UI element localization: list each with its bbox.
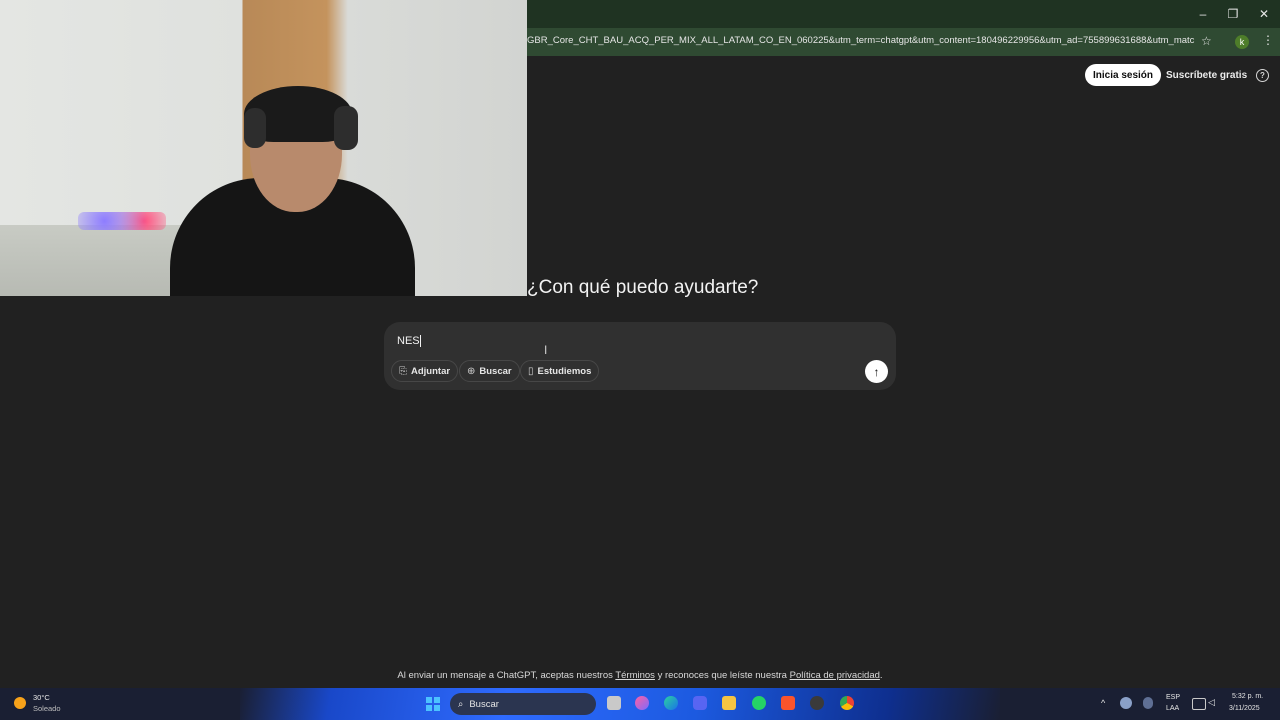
brave-icon[interactable]: [781, 696, 795, 710]
tray-overflow-chevron-icon[interactable]: ^: [1101, 698, 1105, 708]
taskbar-search-placeholder: Buscar: [469, 698, 499, 710]
attach-label: Adjuntar: [411, 365, 451, 377]
clock-time[interactable]: 5:32 p. m.: [1232, 693, 1263, 700]
prompt-input[interactable]: NES: [397, 335, 421, 348]
keyboard-layout-indicator[interactable]: LAA: [1166, 705, 1179, 712]
webcam-overlay: [0, 0, 527, 296]
send-button[interactable]: ↑: [865, 360, 888, 383]
footer-middle: y reconoces que leíste nuestra: [654, 670, 790, 681]
close-button[interactable]: ✕: [1249, 0, 1279, 28]
search-icon: ⌕: [458, 698, 464, 710]
taskbar: 30°C Soleado ⌕ Buscar ^ ESP LAA ◁ 5:32 p…: [0, 688, 1280, 720]
network-icon[interactable]: [1192, 698, 1206, 710]
discord-icon[interactable]: [693, 696, 707, 710]
url-text[interactable]: GBR_Core_CHT_BAU_ACQ_PER_MIX_ALL_LATAM_C…: [527, 35, 1195, 46]
paperclip-icon: ⎘: [399, 365, 407, 377]
mouse-ibeam-cursor-icon: I: [544, 343, 548, 357]
sun-icon[interactable]: [14, 697, 26, 709]
book-icon: ▯: [528, 365, 534, 377]
text-caret: [419, 335, 421, 348]
windows-start-icon[interactable]: [426, 697, 440, 711]
restore-button[interactable]: ❐: [1218, 0, 1248, 28]
weather-description[interactable]: Soleado: [33, 704, 61, 713]
privacy-link[interactable]: Política de privacidad: [790, 670, 880, 681]
volume-icon[interactable]: ◁: [1208, 697, 1215, 708]
legal-footer: Al enviar un mensaje a ChatGPT, aceptas …: [0, 670, 1280, 681]
globe-icon: ⊕: [467, 365, 476, 377]
prompt-input-value[interactable]: NES: [397, 335, 420, 347]
headphones-icon: [334, 106, 358, 150]
steam-icon[interactable]: [1120, 697, 1132, 709]
file-explorer-icon[interactable]: [722, 696, 736, 710]
edge-icon[interactable]: [664, 696, 678, 710]
headphones-icon: [244, 108, 266, 148]
language-indicator[interactable]: ESP: [1166, 694, 1180, 701]
minimize-button[interactable]: –: [1188, 0, 1218, 28]
browser-menu-icon[interactable]: ⋮: [1262, 33, 1274, 47]
obs-icon[interactable]: [810, 696, 824, 710]
footer-prefix: Al enviar un mensaje a ChatGPT, aceptas …: [397, 670, 616, 681]
page-heading: ¿Con qué puedo ayudarte?: [527, 277, 759, 298]
prompt-composer[interactable]: NES ⎘ Adjuntar ⊕ Buscar ▯ Estudiemos ↑: [384, 322, 896, 390]
attach-button[interactable]: ⎘ Adjuntar: [391, 360, 459, 382]
search-label: Buscar: [479, 365, 512, 377]
signup-button[interactable]: Suscríbete gratis: [1160, 64, 1253, 86]
study-button[interactable]: ▯ Estudiemos: [520, 360, 600, 382]
taskbar-search[interactable]: ⌕ Buscar: [450, 693, 596, 715]
webcam-neon-light: [78, 212, 166, 230]
terms-link[interactable]: Términos: [615, 670, 655, 681]
profile-avatar[interactable]: k: [1235, 35, 1249, 49]
search-button[interactable]: ⊕ Buscar: [459, 360, 520, 382]
microphone-icon[interactable]: [1143, 697, 1153, 709]
copilot-icon[interactable]: [635, 696, 649, 710]
whatsapp-icon[interactable]: [752, 696, 766, 710]
task-view-icon[interactable]: [607, 696, 621, 710]
login-button[interactable]: Inicia sesión: [1085, 64, 1162, 86]
help-icon[interactable]: ?: [1256, 69, 1269, 82]
clock-date[interactable]: 3/11/2025: [1229, 705, 1260, 712]
weather-temperature[interactable]: 30°C: [33, 693, 50, 702]
study-label: Estudiemos: [537, 365, 592, 377]
chrome-icon[interactable]: [840, 696, 854, 710]
footer-suffix: .: [879, 670, 883, 681]
bookmark-star-icon[interactable]: ☆: [1201, 34, 1212, 48]
